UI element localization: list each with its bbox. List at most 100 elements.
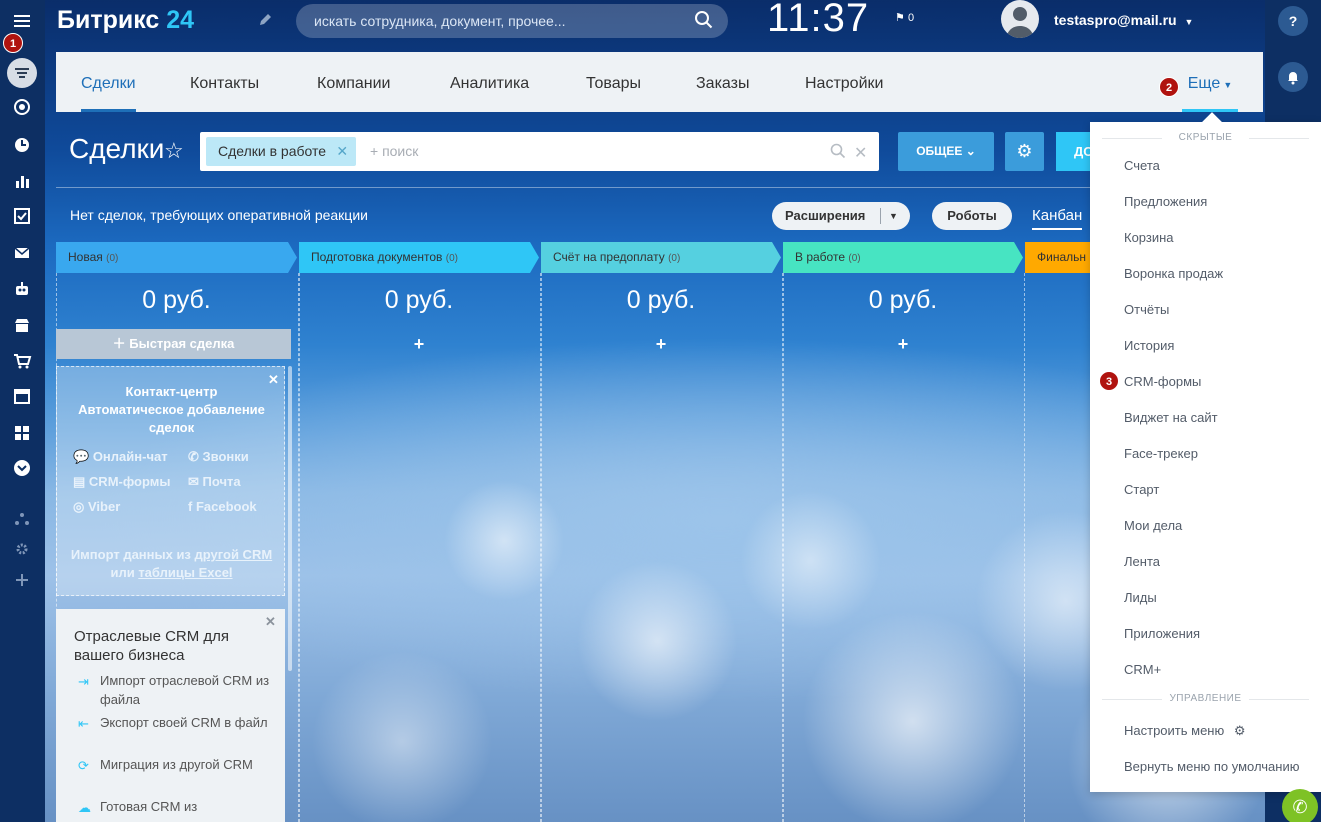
star-icon[interactable]: ☆ <box>164 138 184 164</box>
add-deal-icon[interactable]: + <box>299 334 539 355</box>
avatar[interactable] <box>1001 0 1039 38</box>
title-line: сделок <box>148 420 195 435</box>
kanban-view[interactable]: Канбан <box>1032 207 1083 230</box>
menu-item-feed[interactable]: Лента <box>1124 554 1160 569</box>
import-mid: или <box>110 565 139 580</box>
scrollbar[interactable] <box>288 366 292 671</box>
menu-item-face-tracker[interactable]: Face-трекер <box>1124 446 1198 461</box>
search-input[interactable]: искать сотрудника, документ, прочее... <box>296 4 728 38</box>
import-crm-link[interactable]: другой CRM <box>195 547 273 562</box>
tab-products[interactable]: Товары <box>586 52 641 112</box>
phone-call-button[interactable]: ✆ <box>1282 789 1318 822</box>
channel-calls[interactable]: ✆ Звонки <box>188 449 249 465</box>
close-icon[interactable]: ✕ <box>336 137 348 166</box>
common-button-label: ОБЩЕЕ <box>916 144 963 158</box>
add-icon[interactable] <box>11 569 33 591</box>
structure-icon[interactable] <box>11 508 33 530</box>
menu-item-crm-forms[interactable]: CRM-формы <box>1124 374 1201 389</box>
filter-chip[interactable]: Сделки в работе ✕ <box>206 137 357 166</box>
filter-chip-label: Сделки в работе <box>218 143 327 159</box>
menu-item-funnel[interactable]: Воронка продаж <box>1124 266 1223 281</box>
common-button[interactable]: ОБЩЕЕ ⌄ <box>898 132 994 171</box>
industry-item[interactable]: Экспорт своей CRM в файл <box>100 713 275 732</box>
chevron-down-icon: ▼ <box>889 211 898 221</box>
industry-item[interactable]: Миграция из другой CRM <box>100 755 275 774</box>
menu-item-reports[interactable]: Отчёты <box>1124 302 1169 317</box>
menu-item-crm-plus[interactable]: CRM+ <box>1124 662 1161 677</box>
gear-icon: ⚙ <box>1016 141 1033 161</box>
clock-time[interactable]: 11:37 <box>767 0 869 41</box>
settings-button[interactable]: ⚙ <box>1005 132 1044 171</box>
tab-analytics[interactable]: Аналитика <box>450 52 529 112</box>
industry-item[interactable]: Готовая CRM из <box>100 797 275 816</box>
tab-settings[interactable]: Настройки <box>805 52 883 112</box>
store-icon[interactable] <box>11 314 33 336</box>
menu-item-history[interactable]: История <box>1124 338 1174 353</box>
tab-more[interactable]: Еще ▼ <box>1182 52 1238 112</box>
channel-mail[interactable]: ✉ Почта <box>188 474 241 490</box>
search-icon[interactable] <box>694 10 714 30</box>
chevron-down-icon: ▼ <box>1184 17 1194 27</box>
menu-item-quotes[interactable]: Предложения <box>1124 194 1207 209</box>
crm-icon[interactable] <box>7 58 37 88</box>
industry-item[interactable]: Импорт отраслевой CRM из файла <box>100 671 275 709</box>
stage-final[interactable]: Финальн <box>1025 242 1095 273</box>
step-badge-1: 1 <box>3 33 23 53</box>
close-icon[interactable]: ✕ <box>268 372 279 388</box>
menu-reset[interactable]: Вернуть меню по умолчанию <box>1124 759 1299 774</box>
menu-item-leads[interactable]: Лиды <box>1124 590 1157 605</box>
import-excel-link[interactable]: таблицы Excel <box>138 565 232 580</box>
add-deal-icon[interactable]: + <box>783 334 1023 355</box>
chevron-down-icon: ⌄ <box>965 144 976 158</box>
stage-new[interactable]: Новая (0) <box>56 242 297 273</box>
user-menu[interactable]: testaspro@mail.ru ▼ <box>1054 12 1193 28</box>
channel-crm-forms[interactable]: ▤ CRM-формы <box>73 474 171 490</box>
clock-icon[interactable] <box>11 134 33 156</box>
channel-facebook[interactable]: f Facebook <box>188 499 257 514</box>
mail-icon[interactable] <box>11 242 33 264</box>
tab-companies[interactable]: Компании <box>317 52 391 112</box>
channel-viber[interactable]: ◎ Viber <box>73 499 120 515</box>
channel-online-chat[interactable]: 💬 Онлайн-чат <box>73 449 168 465</box>
apps-icon[interactable] <box>11 422 33 444</box>
logo[interactable]: Битрикс 24 <box>57 6 194 35</box>
robots-button[interactable]: Роботы <box>932 202 1012 230</box>
help-icon[interactable]: ? <box>1278 6 1308 36</box>
close-icon[interactable]: ✕ <box>854 143 867 163</box>
stage-docs[interactable]: Подготовка документов (0) <box>299 242 539 273</box>
chevron-down-icon[interactable] <box>11 457 33 479</box>
flag-counter[interactable]: ⚑ 0 <box>895 11 914 24</box>
tab-deals[interactable]: Сделки <box>81 52 136 112</box>
menu-item-my-tasks[interactable]: Мои дела <box>1124 518 1182 533</box>
stage-invoice[interactable]: Счёт на предоплату (0) <box>541 242 781 273</box>
tab-contacts[interactable]: Контакты <box>190 52 259 112</box>
extensions-button[interactable]: Расширения ▼ <box>772 202 910 230</box>
menu-item-start[interactable]: Старт <box>1124 482 1159 497</box>
target-icon[interactable] <box>11 96 33 118</box>
stage-in-progress[interactable]: В работе (0) <box>783 242 1023 273</box>
menu-item-invoices[interactable]: Счета <box>1124 158 1160 173</box>
gear-icon[interactable] <box>11 538 33 560</box>
quick-deal-button[interactable]: ＋ Быстрая сделка <box>56 329 291 359</box>
more-dropdown-menu: СКРЫТЫЕ Счета Предложения Корзина Воронк… <box>1090 112 1321 792</box>
menu-icon[interactable] <box>11 10 33 32</box>
tasks-icon[interactable] <box>11 205 33 227</box>
robot-icon[interactable] <box>11 278 33 300</box>
calendar-icon[interactable] <box>11 385 33 407</box>
tab-orders[interactable]: Заказы <box>696 52 749 112</box>
cart-icon[interactable] <box>11 350 33 372</box>
pencil-icon[interactable] <box>257 12 273 33</box>
search-icon[interactable] <box>830 143 846 164</box>
menu-item-apps[interactable]: Приложения <box>1124 626 1200 641</box>
menu-configure[interactable]: Настроить меню ⚙ <box>1124 723 1246 739</box>
chart-icon[interactable] <box>11 170 33 192</box>
add-deal-icon[interactable]: + <box>541 334 781 355</box>
stage-sum: 0 руб. <box>142 286 211 314</box>
bell-icon[interactable] <box>1278 62 1308 92</box>
menu-item-widget[interactable]: Виджет на сайт <box>1124 410 1218 425</box>
close-icon[interactable]: ✕ <box>265 614 276 630</box>
menu-item-cart[interactable]: Корзина <box>1124 230 1174 245</box>
import-icon: ⇥ <box>78 674 89 689</box>
filter-search[interactable]: Сделки в работе ✕ + поиск ✕ <box>200 132 879 171</box>
step-badge-3: 3 <box>1099 371 1119 391</box>
